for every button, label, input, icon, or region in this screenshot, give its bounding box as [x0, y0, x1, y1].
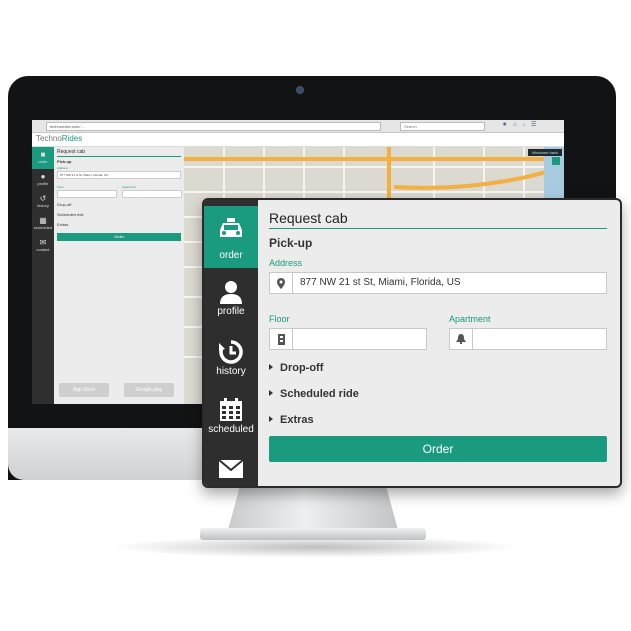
apartment-label: Apartment [449, 314, 491, 324]
mini-apartment-input[interactable] [122, 190, 182, 198]
mini-sidebar-item-contact[interactable]: ✉ contact [32, 235, 54, 257]
sidebar-item-history[interactable]: history [204, 332, 258, 394]
mini-divider [57, 156, 181, 157]
calendar-icon [220, 398, 242, 421]
mini-sidebar-item-scheduled[interactable]: ▦ scheduled [32, 213, 54, 235]
history-icon [219, 340, 243, 364]
mini-title: Request cab [57, 149, 86, 155]
mini-sidebar: ■ order ● profile ↺ history ▦ scheduled ✉ con… [32, 147, 54, 404]
caret-right-icon [269, 416, 273, 423]
extras-toggle[interactable]: Extras [269, 414, 314, 426]
taxi-icon [220, 218, 242, 237]
app-store-badge[interactable]: App Store [59, 383, 109, 397]
sidebar-item-profile[interactable]: profile [204, 272, 258, 334]
browser-toolbar: technorides.com/... Search ★ ⌂ ↓ ☰ [32, 120, 564, 133]
user-icon [220, 281, 242, 304]
google-play-badge[interactable]: Google play [124, 383, 174, 397]
floor-label: Floor [269, 314, 290, 324]
title-divider [269, 228, 607, 229]
welcome-badge[interactable]: Welcome back [527, 149, 562, 156]
sidebar: order profile history scheduled [204, 200, 258, 486]
dropoff-toggle[interactable]: Drop-off [269, 362, 323, 374]
mini-address-label: Address [57, 166, 69, 170]
sidebar-item-order[interactable]: order [204, 206, 258, 268]
logo[interactable]: TechnoRides [36, 134, 82, 143]
mini-scheduled[interactable]: Scheduled ride [57, 212, 84, 217]
user-icon: ● [40, 172, 46, 181]
order-button[interactable]: Order [269, 436, 607, 462]
browser-search[interactable]: Search [400, 122, 485, 131]
url-bar[interactable]: technorides.com/... [46, 122, 381, 131]
browser-toolbar-icons[interactable]: ★ ⌂ ↓ ☰ [502, 121, 538, 128]
apartment-field[interactable] [449, 328, 607, 350]
caret-right-icon [269, 390, 273, 397]
taxi-icon: ■ [40, 150, 46, 159]
sidebar-item-contact[interactable] [204, 452, 258, 486]
mini-sidebar-item-history[interactable]: ↺ history [32, 191, 54, 213]
site-header: TechnoRides [32, 133, 564, 147]
mini-address-input[interactable]: 877 NW 21 st St, Miami, Florida, US [57, 171, 181, 179]
calendar-icon: ▦ [39, 216, 47, 225]
mini-request-panel: Request cab Pick-up Address 877 NW 21 st… [54, 147, 184, 404]
mini-floor-label: Floor [57, 185, 64, 189]
building-icon [270, 329, 293, 349]
scheduled-ride-toggle[interactable]: Scheduled ride [269, 388, 359, 400]
sidebar-item-scheduled[interactable]: scheduled [204, 392, 258, 454]
map-marker-icon [270, 273, 293, 293]
mini-sidebar-item-profile[interactable]: ● profile [32, 169, 54, 191]
mini-sidebar-item-order[interactable]: ■ order [32, 147, 54, 169]
request-cab-panel: order profile history scheduled Request … [202, 198, 622, 488]
page-title: Request cab [269, 210, 348, 226]
map-control-button[interactable] [552, 157, 560, 165]
monitor-base [200, 528, 426, 540]
mini-dropoff[interactable]: Drop-off [57, 202, 71, 207]
bell-icon [450, 329, 473, 349]
mini-section: Pick-up [57, 159, 72, 164]
request-form: Request cab Pick-up Address 877 NW 21 st… [258, 200, 620, 486]
address-field[interactable]: 877 NW 21 st St, Miami, Florida, US [269, 272, 607, 294]
caret-right-icon [269, 364, 273, 371]
address-label: Address [269, 258, 303, 268]
address-value: 877 NW 21 st St, Miami, Florida, US [300, 277, 461, 288]
mini-order-button[interactable]: Order [57, 233, 181, 241]
webcam [296, 86, 304, 94]
pickup-heading: Pick-up [269, 236, 313, 250]
history-icon: ↺ [39, 194, 47, 203]
mini-extras[interactable]: Extras [57, 222, 68, 227]
envelope-icon: ✉ [39, 238, 47, 247]
mini-apartment-label: Apartment [122, 185, 136, 189]
envelope-icon [219, 460, 243, 478]
floor-field[interactable] [269, 328, 427, 350]
mini-floor-input[interactable] [57, 190, 117, 198]
